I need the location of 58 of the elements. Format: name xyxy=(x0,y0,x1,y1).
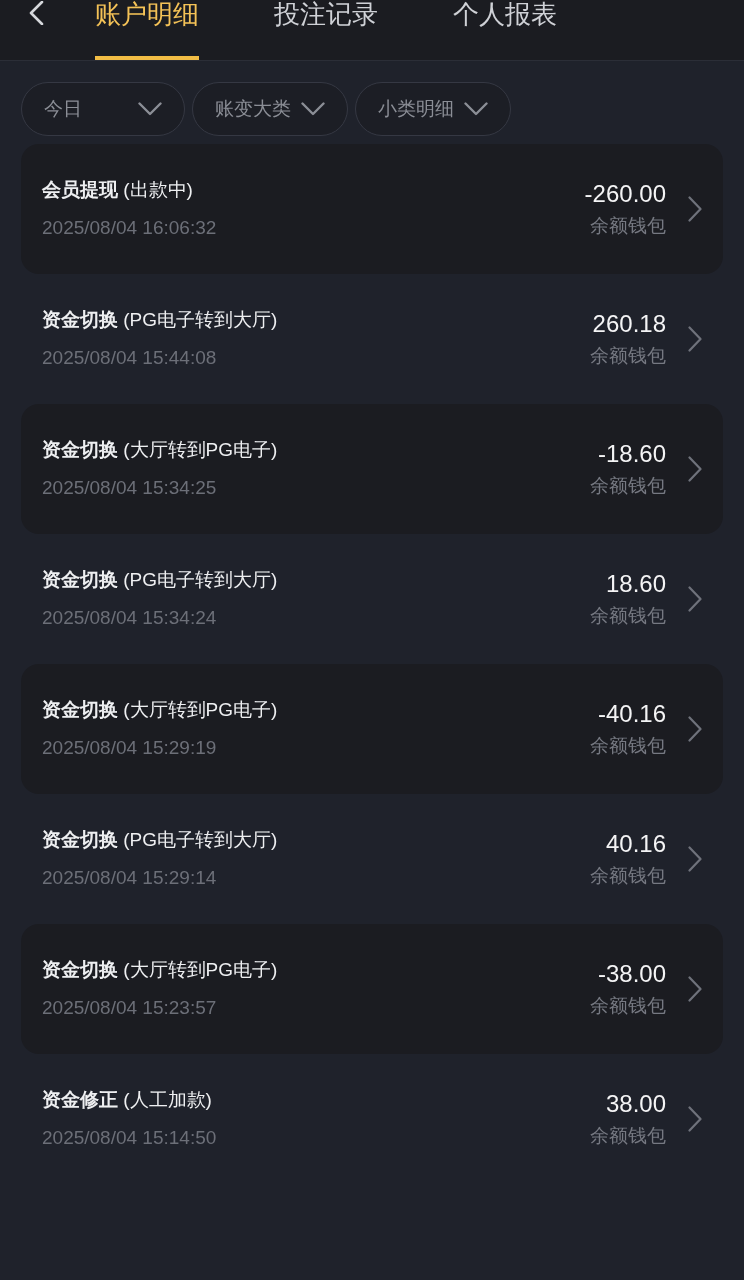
transaction-row[interactable]: 资金切换 (大厅转到PG电子) 2025/08/04 15:29:19 -40.16 余额钱包 xyxy=(21,664,723,794)
transaction-title: 资金切换 (大厅转到PG电子) xyxy=(42,958,279,982)
transaction-row[interactable]: 资金修正 (人工加款) 2025/08/04 15:14:50 38.00 余额钱包 xyxy=(21,1054,723,1184)
transaction-title: 会员提现 (出款中) xyxy=(42,178,194,202)
transaction-title: 资金切换 (PG电子转到大厅) xyxy=(42,568,279,592)
transaction-time: 2025/08/04 15:14:50 xyxy=(42,1126,218,1150)
transaction-row[interactable]: 资金切换 (大厅转到PG电子) 2025/08/04 15:34:25 -18.60 余额钱包 xyxy=(21,404,723,534)
tab[interactable]: 个人报表 xyxy=(453,0,557,60)
transaction-time: 2025/08/04 15:29:19 xyxy=(42,736,218,760)
transaction-amount: -40.16 xyxy=(597,699,666,729)
wallet-label: 余额钱包 xyxy=(590,604,666,628)
transaction-row[interactable]: 资金切换 (大厅转到PG电子) 2025/08/04 15:23:57 -38.00 余额钱包 xyxy=(21,924,723,1054)
wallet-label: 余额钱包 xyxy=(590,214,666,238)
transaction-amount: -260.00 xyxy=(584,179,666,209)
transaction-amount: 40.16 xyxy=(605,829,666,859)
transaction-title: 资金切换 (PG电子转到大厅) xyxy=(42,308,279,332)
filter-dropdown[interactable]: 账变大类 xyxy=(192,82,348,136)
chevron-right-icon xyxy=(688,846,702,872)
transaction-amount: -18.60 xyxy=(597,439,666,469)
transaction-row[interactable]: 资金切换 (PG电子转到大厅) 2025/08/04 15:29:14 40.16 余额钱包 xyxy=(21,794,723,924)
transaction-row[interactable]: 会员提现 (出款中) 2025/08/04 16:06:32 -260.00 余额钱包 xyxy=(21,144,723,274)
chevron-right-icon xyxy=(688,976,702,1002)
wallet-label: 余额钱包 xyxy=(590,864,666,888)
transaction-title: 资金切换 (大厅转到PG电子) xyxy=(42,698,279,722)
transaction-time: 2025/08/04 15:34:25 xyxy=(42,476,218,500)
transaction-time: 2025/08/04 16:06:32 xyxy=(42,216,218,240)
back-icon xyxy=(28,1,44,25)
wallet-label: 余额钱包 xyxy=(590,1124,666,1148)
filter-dropdown[interactable]: 今日 xyxy=(21,82,185,136)
chevron-right-icon xyxy=(688,586,702,612)
wallet-label: 余额钱包 xyxy=(590,734,666,758)
wallet-label: 余额钱包 xyxy=(590,344,666,368)
chevron-right-icon xyxy=(688,1106,702,1132)
transaction-time: 2025/08/04 15:44:08 xyxy=(42,346,218,370)
transaction-amount: 260.18 xyxy=(592,309,666,339)
wallet-label: 余额钱包 xyxy=(590,994,666,1018)
transaction-title: 资金切换 (大厅转到PG电子) xyxy=(42,438,279,462)
transaction-time: 2025/08/04 15:34:24 xyxy=(42,606,218,630)
chevron-right-icon xyxy=(688,196,702,222)
transaction-row[interactable]: 资金切换 (PG电子转到大厅) 2025/08/04 15:44:08 260.18 余额钱包 xyxy=(21,274,723,404)
tab[interactable]: 投注记录 xyxy=(274,0,378,60)
transaction-row[interactable]: 资金切换 (PG电子转到大厅) 2025/08/04 15:34:24 18.60 余额钱包 xyxy=(21,534,723,664)
tab[interactable]: 账户明细 xyxy=(95,0,199,60)
caret-down-icon xyxy=(464,102,488,116)
transaction-title: 资金切换 (PG电子转到大厅) xyxy=(42,828,279,852)
transaction-time: 2025/08/04 15:23:57 xyxy=(42,996,218,1020)
transaction-amount: 38.00 xyxy=(605,1089,666,1119)
filter-dropdown[interactable]: 小类明细 xyxy=(355,82,511,136)
caret-down-icon xyxy=(301,102,325,116)
chevron-right-icon xyxy=(688,456,702,482)
chevron-right-icon xyxy=(688,716,702,742)
transaction-amount: -38.00 xyxy=(597,959,666,989)
wallet-label: 余额钱包 xyxy=(590,474,666,498)
chevron-right-icon xyxy=(688,326,702,352)
transaction-title: 资金修正 (人工加款) xyxy=(42,1088,213,1112)
transaction-amount: 18.60 xyxy=(605,569,666,599)
caret-down-icon xyxy=(138,102,162,116)
transaction-time: 2025/08/04 15:29:14 xyxy=(42,866,218,890)
